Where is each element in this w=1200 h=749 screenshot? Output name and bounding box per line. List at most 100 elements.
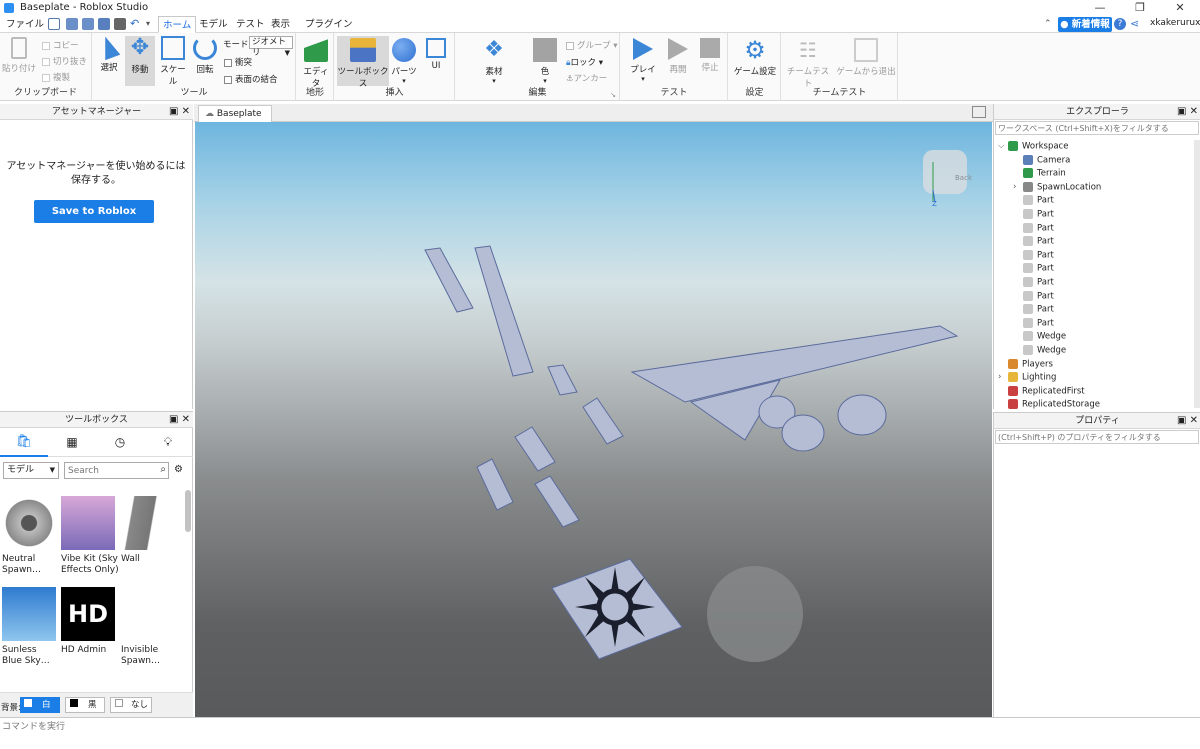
expand-icon[interactable]: › bbox=[998, 372, 1001, 382]
help-icon[interactable]: ? bbox=[1114, 18, 1126, 30]
explorer-row[interactable]: ReplicatedStorage bbox=[1008, 399, 1100, 410]
toolbox-item-label[interactable]: Vibe Kit (Sky Effects Only) bbox=[61, 554, 121, 576]
3d-viewport[interactable]: Back Z bbox=[195, 122, 992, 717]
open-icon[interactable] bbox=[66, 18, 78, 30]
restore-button[interactable]: ❐ bbox=[1120, 0, 1160, 16]
sunless-blue-sky-thumbnail[interactable] bbox=[2, 587, 56, 641]
filter-icon[interactable]: ⚙ bbox=[174, 464, 183, 475]
floating-part[interactable] bbox=[547, 364, 578, 396]
cut-button[interactable]: 切り抜き bbox=[42, 55, 87, 67]
exit-game-button[interactable]: ゲームから退出 bbox=[836, 38, 896, 77]
toolbox-item-label[interactable]: Sunless Blue Sky… bbox=[2, 645, 58, 667]
collapse-ribbon-icon[interactable]: ⌃ bbox=[1044, 19, 1052, 29]
spawn-location[interactable] bbox=[551, 558, 683, 660]
recent-tab-icon[interactable]: ◷ bbox=[96, 429, 144, 457]
toolbox-item-label[interactable]: Neutral Spawn… bbox=[2, 554, 58, 576]
marketplace-tab-icon[interactable]: 🛍︎ bbox=[0, 429, 48, 457]
close-button[interactable]: ✕ bbox=[1160, 0, 1200, 16]
ui-button[interactable]: UI bbox=[423, 38, 449, 71]
inventory-tab-icon[interactable]: ▦ bbox=[48, 429, 96, 457]
copy-button[interactable]: コピー bbox=[42, 39, 79, 51]
group-button[interactable]: グループ ▾ bbox=[566, 39, 617, 51]
color-button[interactable]: 色 ▾ bbox=[530, 38, 560, 85]
new-file-icon[interactable] bbox=[48, 18, 60, 30]
explorer-row[interactable]: Wedge bbox=[1023, 345, 1066, 356]
properties-filter-input[interactable] bbox=[995, 430, 1199, 444]
toolbox-button[interactable]: ツールボックス bbox=[337, 36, 389, 89]
play-here-icon[interactable] bbox=[98, 18, 110, 30]
color-dropdown-icon[interactable]: ▾ bbox=[530, 77, 560, 85]
anchor-button[interactable]: ⚓︎アンカー bbox=[566, 72, 607, 84]
terrain-editor-button[interactable]: エディタ bbox=[300, 38, 332, 89]
undo-icon[interactable]: ↶ bbox=[130, 17, 139, 30]
explorer-row[interactable]: Part bbox=[1023, 304, 1054, 315]
explorer-row[interactable]: ReplicatedFirst bbox=[1008, 385, 1085, 396]
material-button[interactable]: ❖ 素材 ▾ bbox=[478, 38, 510, 86]
minimize-button[interactable]: — bbox=[1080, 0, 1120, 16]
explorer-filter-input[interactable] bbox=[995, 121, 1199, 135]
share-icon[interactable]: ⋖ bbox=[1130, 17, 1139, 30]
toolbox-item-label[interactable]: Invisible Spawn… bbox=[121, 645, 177, 667]
explorer-row[interactable]: Camera bbox=[1023, 154, 1070, 165]
expand-icon[interactable]: › bbox=[1013, 182, 1016, 192]
part-button[interactable]: パーツ ▾ bbox=[391, 38, 417, 85]
tab-test[interactable]: テスト bbox=[232, 16, 269, 33]
floating-part[interactable] bbox=[582, 397, 624, 445]
creations-tab-icon[interactable]: 💡︎ bbox=[144, 429, 192, 457]
hd-admin-thumbnail[interactable]: HD bbox=[61, 587, 115, 641]
floating-part[interactable] bbox=[534, 475, 580, 528]
toolbox-item-label[interactable]: HD Admin bbox=[61, 645, 117, 656]
toolbox-search-input[interactable] bbox=[65, 463, 151, 478]
explorer-row[interactable]: ⌵ Workspace bbox=[998, 141, 1068, 152]
panel-controls[interactable]: ▣ ✕ bbox=[1177, 104, 1198, 120]
toolbox-item-label[interactable]: Wall bbox=[121, 554, 177, 565]
sphere-part[interactable] bbox=[781, 414, 825, 452]
team-test-button[interactable]: ☷ チームテスト bbox=[784, 38, 832, 89]
explorer-row[interactable]: Players bbox=[1008, 358, 1053, 369]
view-cube[interactable]: Back Z bbox=[923, 150, 973, 208]
collisions-checkbox[interactable] bbox=[224, 58, 232, 67]
sphere-part[interactable] bbox=[837, 394, 887, 436]
collisions-toggle[interactable]: 衝突 bbox=[224, 56, 252, 68]
material-dropdown-icon[interactable]: ▾ bbox=[478, 77, 510, 85]
game-settings-button[interactable]: ⚙ ゲーム設定 bbox=[731, 38, 779, 77]
tab-model[interactable]: モデル bbox=[195, 16, 232, 33]
explorer-row[interactable]: Part bbox=[1023, 263, 1054, 274]
expand-edit-icon[interactable]: ↘ bbox=[610, 91, 616, 99]
bg-none-button[interactable]: なし bbox=[110, 697, 152, 713]
mode-select[interactable]: ジオメトリ ▼ bbox=[249, 36, 293, 58]
tab-plugins[interactable]: プラグイン bbox=[301, 16, 357, 33]
move-button[interactable]: ✥ 移動 bbox=[125, 36, 155, 86]
explorer-row[interactable]: Part bbox=[1023, 290, 1054, 301]
lock-button[interactable]: 🔒︎ロック ▾ bbox=[566, 56, 603, 68]
explorer-row[interactable]: Wedge bbox=[1023, 331, 1066, 342]
floating-part[interactable] bbox=[474, 245, 534, 377]
floating-part[interactable] bbox=[514, 426, 556, 472]
paste-button[interactable]: 貼り付け bbox=[2, 37, 36, 74]
quick-access-dropdown-icon[interactable]: ▾ bbox=[146, 19, 150, 28]
explorer-scrollbar[interactable] bbox=[1194, 140, 1200, 408]
username[interactable]: xkakerurux bbox=[1150, 18, 1200, 28]
explorer-row[interactable]: Part bbox=[1023, 277, 1054, 288]
rotate-button[interactable]: 回転 bbox=[191, 36, 219, 75]
command-input[interactable] bbox=[2, 720, 1198, 734]
new-info-button[interactable]: ● 新着情報 bbox=[1058, 17, 1112, 32]
scale-button[interactable]: スケール bbox=[157, 36, 189, 87]
save-to-roblox-button[interactable]: Save to Roblox bbox=[34, 200, 154, 223]
collapse-icon[interactable]: ⌵ bbox=[998, 141, 1004, 151]
stop-button[interactable]: 停止 bbox=[695, 38, 725, 73]
resume-button[interactable]: 再開 bbox=[663, 38, 693, 75]
explorer-row[interactable]: Part bbox=[1023, 236, 1054, 247]
explorer-row[interactable]: Part bbox=[1023, 222, 1054, 233]
play-button[interactable]: プレイ ▾ bbox=[627, 38, 659, 83]
floating-part[interactable] bbox=[476, 458, 514, 511]
document-tab-baseplate[interactable]: ☁ Baseplate ✕ bbox=[198, 105, 272, 135]
vibe-kit-thumbnail[interactable] bbox=[61, 496, 115, 550]
join-surfaces-toggle[interactable]: 表面の結合 bbox=[224, 73, 278, 85]
bg-black-button[interactable]: 黒 bbox=[65, 697, 105, 713]
explorer-row[interactable]: Part bbox=[1023, 209, 1054, 220]
wall-thumbnail[interactable] bbox=[121, 496, 175, 550]
category-select[interactable]: モデル ▼ bbox=[3, 462, 59, 479]
toolbox-scrollbar[interactable] bbox=[185, 490, 191, 532]
neutral-spawn-thumbnail[interactable] bbox=[2, 496, 56, 550]
